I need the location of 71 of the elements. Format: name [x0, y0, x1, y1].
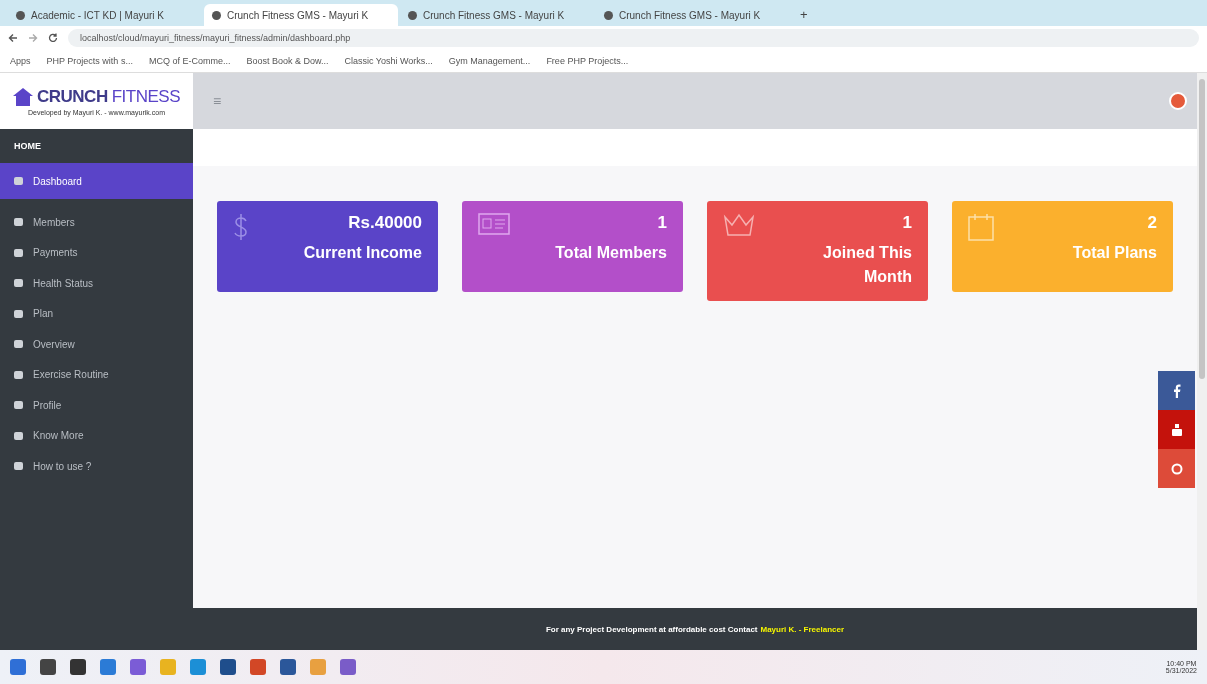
avatar-icon[interactable]: [1169, 92, 1187, 110]
social-button[interactable]: [1158, 410, 1195, 449]
sidebar-item[interactable]: Overview: [0, 329, 193, 360]
stat-label: Joined This Month: [822, 243, 912, 287]
sidebar-item[interactable]: Exercise Routine: [0, 359, 193, 390]
sidebar-item[interactable]: Health Status: [0, 268, 193, 299]
taskbar-app-icon[interactable]: [100, 659, 116, 675]
menu-item-icon: [14, 248, 23, 257]
taskbar-app-icon[interactable]: [40, 659, 56, 675]
bookmark-link[interactable]: Free PHP Projects...: [546, 56, 629, 66]
crown-icon: [723, 213, 755, 237]
taskbar-app-icon[interactable]: [280, 659, 296, 675]
menu-item-icon: [14, 218, 23, 227]
stat-label: Total Members: [555, 243, 667, 263]
sidebar-item[interactable]: Know More: [0, 420, 193, 451]
sidebar-item[interactable]: How to use ?: [0, 451, 193, 482]
footer-link[interactable]: Mayuri K. - Freelancer: [760, 624, 845, 634]
bookmark-link[interactable]: Apps: [10, 56, 31, 66]
scrollbar[interactable]: [1197, 73, 1207, 650]
browser-tab[interactable]: Academic - ICT KD | Mayuri K: [8, 4, 202, 26]
taskbar-app-icon[interactable]: [220, 659, 236, 675]
stat-label: Total Plans: [1072, 243, 1157, 263]
taskbar-app-icon[interactable]: [250, 659, 266, 675]
stat-label: Current Income: [303, 243, 422, 263]
browser-tab[interactable]: Crunch Fitness GMS - Mayuri K: [400, 4, 594, 26]
bookmark-link[interactable]: MCQ of E-Comme...: [148, 56, 231, 66]
menu-item-icon: [14, 462, 23, 471]
bookmark-link[interactable]: Boost Book & Dow...: [246, 56, 329, 66]
reload-icon[interactable]: [48, 33, 58, 43]
id-card-icon: [478, 213, 510, 235]
sidebar-heading: HOME: [13, 140, 42, 153]
footer-text: For any Project Development at affordable cost Contact: [545, 624, 758, 634]
taskbar-app-icon[interactable]: [190, 659, 206, 675]
menu-item-icon: [14, 431, 23, 440]
bookmark-link[interactable]: PHP Projects with s...: [46, 56, 133, 66]
menu-item-icon: [14, 340, 23, 349]
bookmark-link[interactable]: Classic Yoshi Works...: [344, 56, 433, 66]
house-icon: [13, 87, 33, 106]
taskbar-app-icon[interactable]: [310, 659, 326, 675]
sidebar-item[interactable]: Dashboard: [0, 163, 193, 199]
menu-item-icon: [14, 309, 23, 318]
menu-item-icon: [14, 370, 23, 379]
sidebar-item[interactable]: Plan: [0, 298, 193, 329]
address-field[interactable]: localhost/cloud/mayuri_fitness/mayuri_fitness/admin/dashboard.php: [68, 29, 1199, 47]
new-tab-button[interactable]: +: [792, 7, 816, 26]
browser-tab[interactable]: Crunch Fitness GMS - Mayuri K: [204, 4, 398, 26]
calendar-icon: [968, 213, 994, 241]
menu-item-icon: [14, 177, 23, 185]
sidebar-item[interactable]: Profile: [0, 390, 193, 421]
sidebar-item[interactable]: Members: [0, 207, 193, 238]
back-arrow-icon[interactable]: [8, 33, 18, 43]
social-button[interactable]: [1158, 371, 1195, 410]
taskbar-app-icon[interactable]: [340, 659, 356, 675]
menu-item-icon: [14, 279, 23, 288]
stat-value: Rs.40000: [348, 213, 422, 233]
sidebar-item[interactable]: Payments: [0, 237, 193, 268]
forward-arrow-icon[interactable]: [28, 33, 38, 43]
taskbar-app-icon[interactable]: [130, 659, 146, 675]
taskbar-app-icon[interactable]: [70, 659, 86, 675]
stat-value: 1: [657, 213, 667, 233]
brand-name-accent: FITNESS: [111, 86, 180, 107]
social-button[interactable]: [1158, 449, 1195, 488]
bookmark-link[interactable]: Gym Management...: [448, 56, 531, 66]
brand-name: CRUNCH: [37, 86, 108, 107]
stat-value: 2: [1147, 213, 1157, 233]
facebook-icon: [1172, 383, 1181, 398]
taskbar-app-icon[interactable]: [10, 659, 26, 675]
dollar-icon: [233, 213, 249, 241]
browser-tab[interactable]: Crunch Fitness GMS - Mayuri K: [596, 4, 790, 26]
stat-value: 1: [902, 213, 912, 233]
menu-item-icon: [14, 401, 23, 410]
